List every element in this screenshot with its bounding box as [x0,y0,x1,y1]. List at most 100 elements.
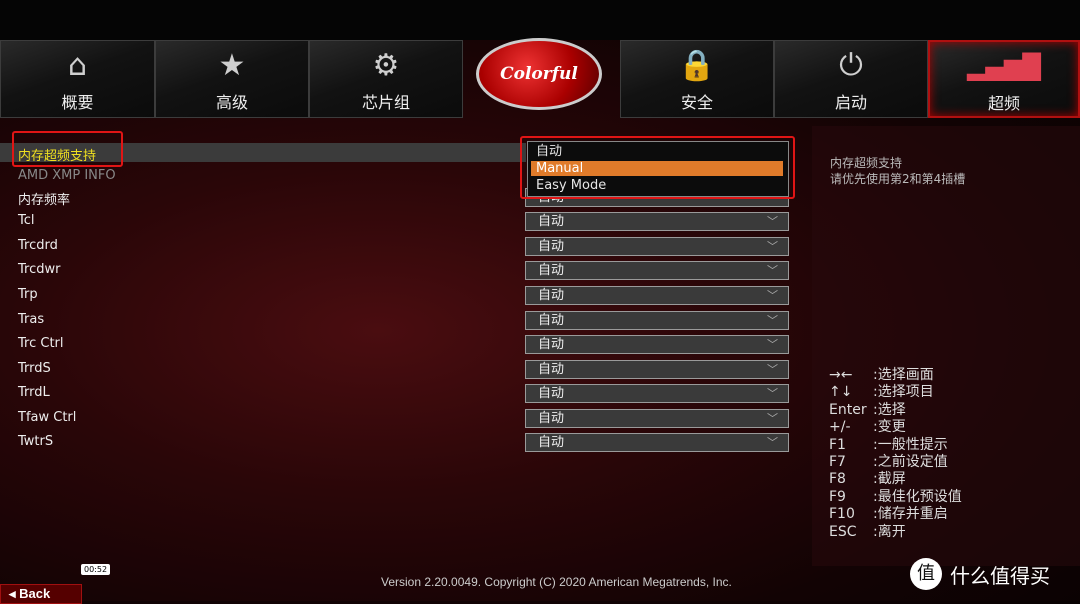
key-hint: F7 :之前设定值 [829,454,962,471]
dropdown-value: 自动 [538,435,565,450]
key-desc: :一般性提示 [873,436,948,453]
setting-label[interactable]: TrrdL [18,385,50,400]
dropdown-value: 自动 [538,313,565,328]
key-name: +/- [829,419,851,436]
tab-advanced[interactable]: ★ 高级 [155,40,309,118]
tab-security[interactable]: 🔒 安全 [620,40,774,118]
tab-label: 超频 [987,94,1020,113]
setting-dropdown[interactable]: 自动 ﹀ [525,335,789,354]
version-text: Version 2.20.0049. Copyright (C) 2020 Am… [381,575,732,589]
setting-label[interactable]: Trcdwr [18,262,60,277]
tab-label: 高级 [215,93,248,112]
chevron-down-icon: ﹀ [767,289,778,302]
chevron-down-icon: ﹀ [767,264,778,277]
setting-dropdown[interactable]: 自动 ﹀ [525,286,789,305]
tab-boot[interactable]: ⏻ 启动 [774,40,928,118]
key-hint: F8 :截屏 [829,471,962,488]
key-hint: F1 :一般性提示 [829,437,962,454]
chevron-down-icon: ﹀ [767,314,778,327]
power-icon: ⏻ [839,48,863,83]
key-hint: F10 :储存并重启 [829,506,962,523]
help-line: 请优先使用第2和第4插槽 [830,172,966,186]
annotation-box-popup [520,136,795,199]
chevron-down-icon: ﹀ [767,387,778,400]
key-desc: :储存并重启 [873,506,948,523]
key-desc: :选择项目 [873,384,934,401]
key-name: F8 [829,471,846,488]
setting-dropdown[interactable]: 自动 ﹀ [525,311,789,330]
key-desc: :选择 [873,401,906,418]
dropdown-value: 自动 [538,337,565,352]
home-icon: ⌂ [67,48,88,83]
key-name: F1 [829,436,846,453]
dropdown-value: 自动 [538,362,565,377]
dropdown-value: 自动 [538,214,565,229]
chevron-down-icon: ﹀ [767,436,778,449]
back-button[interactable]: ◂ Back [0,584,82,604]
top-bar [0,0,1080,40]
key-hint: ↑↓ :选择项目 [829,384,962,401]
key-desc: :离开 [873,523,906,540]
tab-overview[interactable]: ⌂ 概要 [0,40,155,118]
watermark: 值什么值得买 [910,558,1050,590]
key-legend: →← :选择画面 ↑↓ :选择项目 Enter :选择 +/- :变更 F1 :一般性提示 F7 :之… [829,367,962,541]
setting-label[interactable]: TrrdS [18,361,51,376]
star-icon: ★ [218,48,246,83]
key-desc: :最佳化预设值 [873,488,962,505]
key-hint: →← :选择画面 [829,367,962,384]
setting-label[interactable]: Trc Ctrl [18,336,64,351]
key-name: Enter [829,401,867,418]
tab-overclock[interactable]: ▂▄▆█ 超频 [928,40,1080,118]
timestamp: 00:52 [81,564,111,575]
watermark-text: 什么值得买 [950,563,1050,588]
setting-label[interactable]: TwtrS [18,434,53,449]
key-name: ↑↓ [829,384,853,401]
setting-label[interactable]: Tras [18,312,44,327]
chevron-down-icon: ﹀ [767,338,778,351]
lock-icon: 🔒 [678,48,716,83]
watermark-logo-icon: 值 [910,558,942,590]
key-name: F10 [829,506,855,523]
tab-label: 安全 [680,93,713,112]
setting-label[interactable]: 内存频率 [18,189,70,208]
setting-label[interactable]: Tfaw Ctrl [18,410,76,425]
key-desc: :截屏 [873,471,906,488]
chevron-down-icon: ﹀ [767,240,778,253]
dropdown-value: 自动 [538,288,565,303]
chevron-down-icon: ﹀ [767,215,778,228]
setting-dropdown[interactable]: 自动 ﹀ [525,261,789,280]
setting-dropdown[interactable]: 自动 ﹀ [525,409,789,428]
gears-icon: ⚙ [372,48,400,83]
key-name: F9 [829,488,846,505]
key-hint: F9 :最佳化预设值 [829,489,962,506]
key-desc: :之前设定值 [873,453,948,470]
setting-label[interactable]: Trcdrd [18,238,58,253]
setting-dropdown[interactable]: 自动 ﹀ [525,384,789,403]
dropdown-value: 自动 [538,411,565,426]
setting-label[interactable]: Trp [18,287,38,302]
tab-label: 芯片组 [361,93,410,112]
setting-dropdown[interactable]: 自动 ﹀ [525,212,789,231]
chevron-down-icon: ﹀ [767,412,778,425]
setting-dropdown[interactable]: 自动 ﹀ [525,433,789,452]
tab-label: 概要 [61,93,94,112]
setting-label: AMD XMP INFO [18,168,116,183]
key-desc: :变更 [873,419,906,436]
colorful-logo: Colorful [476,38,602,110]
tab-chipset[interactable]: ⚙ 芯片组 [309,40,463,118]
annotation-box-label [12,131,123,167]
key-name: →← [829,367,853,383]
setting-dropdown[interactable]: 自动 ﹀ [525,237,789,256]
key-hint: Enter :选择 [829,402,962,419]
chevron-down-icon: ﹀ [767,363,778,376]
dropdown-value: 自动 [538,239,565,254]
help-line: 内存超频支持 [830,156,903,170]
dropdown-value: 自动 [538,386,565,401]
tab-label: 启动 [834,93,867,112]
setting-dropdown[interactable]: 自动 ﹀ [525,360,789,379]
setting-label[interactable]: Tcl [18,213,35,228]
bars-icon: ▂▄▆█ [967,53,1041,81]
key-desc: :选择画面 [873,367,934,383]
key-hint: ESC:离开 [829,524,962,541]
key-name: F7 [829,453,846,470]
